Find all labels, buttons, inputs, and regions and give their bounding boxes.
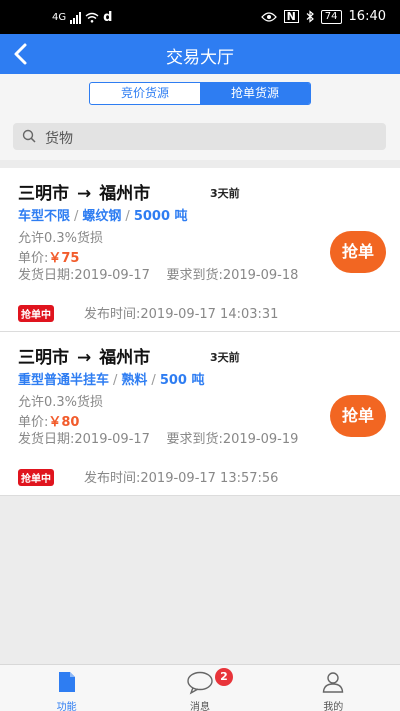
tab-messages[interactable]: 消息 [133,665,266,711]
search-icon [22,129,36,143]
tab-messages-label: 消息 [189,702,210,711]
search-input[interactable]: 货物 [13,123,386,150]
status-right: N 74 16:40 [260,9,386,24]
tab-functions-label: 功能 [56,702,77,711]
destination-city: 福州市 [99,348,151,368]
arrive-date: 要求到货:2019-09-18 [166,268,299,283]
posted-ago: 3天前 [210,187,240,200]
signal-icon [70,11,82,24]
origin-city: 三明市 [18,348,69,368]
price-value: ￥75 [48,251,80,266]
unit-price: 单价:￥75 [18,247,79,266]
bottom-nav: 功能 消息 我的 [0,664,400,711]
separator: / [151,373,156,388]
order-list: 三明市 → 福州市 3天前 车型不限 / 螺纹钢/5000 吨 允许0.3%货损 单价:… [0,168,400,496]
bluetooth-icon [306,10,314,23]
list-item[interactable]: 三明市 → 福州市 3天前 车型不限 / 螺纹钢/5000 吨 允许0.3%货损 单价:… [0,168,400,332]
price-label: 单价: [18,415,49,430]
tab-functions[interactable]: 功能 [0,665,133,711]
tab-bid-sources[interactable]: 竞价货源 [90,83,200,104]
separator: / [74,209,79,224]
filter-area: 竞价货源 抢单货源 货物 [0,74,400,160]
cargo-name: 螺纹钢 [82,209,122,224]
destination-city: 福州市 [99,184,151,204]
price-value: ￥80 [48,415,80,430]
date-info: 发货日期:2019-09-17 要求到货:2019-09-18 [18,267,318,284]
cargo-tags: 车型不限 / 螺纹钢/5000 吨 [18,205,188,224]
origin-city: 三明市 [18,184,69,204]
page-title: 交易大厅 [166,48,234,68]
status-left: 4G d [52,10,112,25]
cargo-name: 熟料 [121,373,148,388]
person-icon [323,672,344,693]
posted-ago: 3天前 [210,351,240,364]
chat-bubble-icon [187,671,213,695]
tab-mine[interactable]: 我的 [267,665,400,711]
source-type-switch: 竞价货源 抢单货源 [89,82,311,105]
arrive-date: 要求到货:2019-09-19 [166,432,299,447]
clock: 16:40 [348,9,386,24]
truck-type: 重型普通半挂车 [18,373,110,388]
separator: / [125,209,130,224]
battery-icon: 74 [320,9,342,24]
grab-order-button[interactable]: 抢单 [330,231,386,273]
date-info: 发货日期:2019-09-17 要求到货:2019-09-19 [18,431,318,448]
ship-date: 发货日期:2019-09-17 [18,268,150,283]
price-label: 单价: [18,251,49,266]
eye-icon [260,11,277,22]
route: 三明市 → 福州市 [18,179,150,204]
route: 三明市 → 福州市 [18,343,150,368]
truck-type: 车型不限 [18,209,71,224]
arrow-right-icon: → [77,184,92,204]
app-header: 交易大厅 [0,34,400,74]
status-badge: 抢单中 [18,469,54,486]
publish-time: 发布时间:2019-09-17 13:57:56 [84,471,279,486]
list-item[interactable]: 三明市 → 福州市 3天前 重型普通半挂车 / 熟料/500 吨 允许0.3%货损 单价… [0,332,400,496]
tab-grab-sources[interactable]: 抢单货源 [200,83,310,104]
status-badge: 抢单中 [18,305,54,322]
cargo-weight: 5000 吨 [133,209,188,224]
unit-price: 单价:￥80 [18,411,79,430]
grab-order-button[interactable]: 抢单 [330,395,386,437]
arrow-right-icon: → [77,348,92,368]
nfc-icon: N [283,10,299,23]
network-type: 4G [52,12,67,23]
wifi-icon [85,12,99,23]
separator: / [113,373,118,388]
tab-mine-label: 我的 [323,702,344,711]
cargo-tags: 重型普通半挂车 / 熟料/500 吨 [18,369,204,388]
ship-date: 发货日期:2019-09-17 [18,432,150,447]
loss-allowance: 允许0.3%货损 [18,231,104,246]
loss-allowance: 允许0.3%货损 [18,395,104,410]
publish-time: 发布时间:2019-09-17 14:03:31 [84,307,279,322]
document-icon [58,672,75,692]
status-bar: 4G d N 74 16:40 [0,0,400,34]
carrier-icon: d [103,10,113,25]
unread-count-badge: 2 [215,668,233,686]
cargo-weight: 500 吨 [159,373,205,388]
search-placeholder: 货物 [45,131,73,147]
